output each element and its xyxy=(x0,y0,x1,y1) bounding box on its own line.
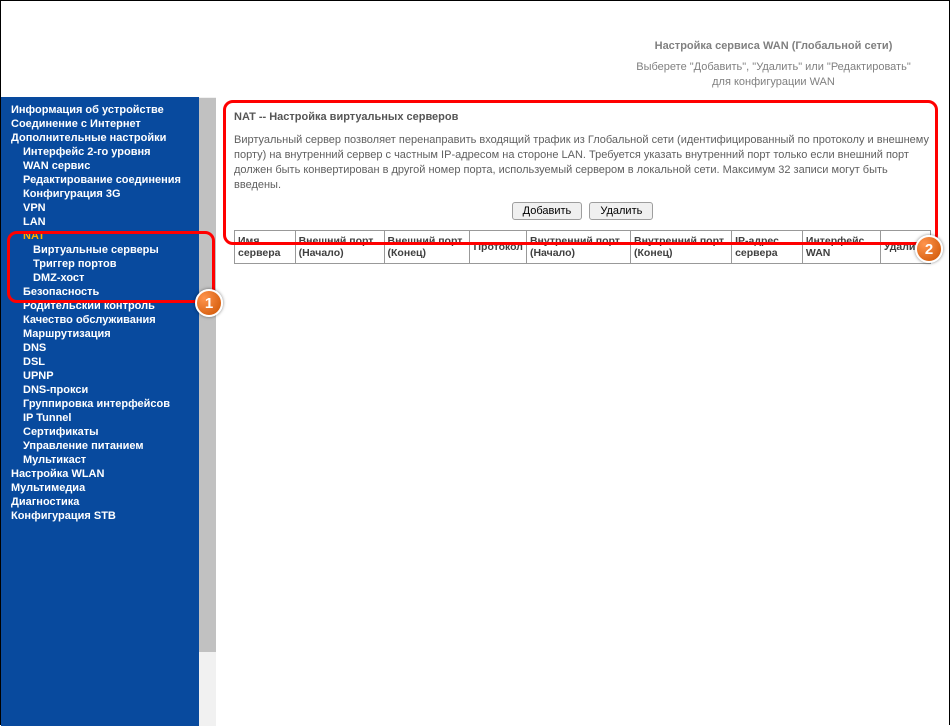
sidebar-item-2[interactable]: Дополнительные настройки xyxy=(1,131,199,145)
table-column-1: Внешний порт (Начало) xyxy=(295,231,384,264)
sidebar-item-14[interactable]: Родительский контроль xyxy=(1,299,199,313)
table-column-3: Протокол xyxy=(470,231,526,264)
sidebar-item-8[interactable]: LAN xyxy=(1,215,199,229)
sidebar-scrollbar[interactable] xyxy=(199,97,216,726)
sidebar-item-16[interactable]: Маршрутизация xyxy=(1,327,199,341)
sidebar-item-29[interactable]: Конфигурация STB xyxy=(1,509,199,523)
table-column-2: Внешний порт (Конец) xyxy=(384,231,470,264)
panel-description: Виртуальный сервер позволяет перенаправи… xyxy=(234,133,931,192)
header-title: Настройка сервиса WAN (Глобальной сети) xyxy=(626,39,921,54)
sidebar-item-25[interactable]: Мультикаст xyxy=(1,453,199,467)
sidebar-item-10[interactable]: Виртуальные серверы xyxy=(1,243,199,257)
sidebar-item-7[interactable]: VPN xyxy=(1,201,199,215)
table-column-5: Внутренний порт (Конец) xyxy=(631,231,732,264)
page-header: Настройка сервиса WAN (Глобальной сети) … xyxy=(1,1,949,97)
sidebar-item-24[interactable]: Управление питанием xyxy=(1,439,199,453)
annotation-marker-1: 1 xyxy=(195,289,223,317)
sidebar-item-19[interactable]: UPNP xyxy=(1,369,199,383)
sidebar-item-22[interactable]: IP Tunnel xyxy=(1,411,199,425)
sidebar-item-23[interactable]: Сертификаты xyxy=(1,425,199,439)
sidebar-item-26[interactable]: Настройка WLAN xyxy=(1,467,199,481)
header-text: Настройка сервиса WAN (Глобальной сети) … xyxy=(626,39,921,90)
sidebar-item-11[interactable]: Триггер портов xyxy=(1,257,199,271)
sidebar-item-20[interactable]: DNS-прокси xyxy=(1,383,199,397)
button-row: Добавить Удалить xyxy=(234,202,931,220)
sidebar-item-21[interactable]: Группировка интерфейсов xyxy=(1,397,199,411)
sidebar-item-27[interactable]: Мультимедиа xyxy=(1,481,199,495)
main-content: NAT -- Настройка виртуальных серверов Ви… xyxy=(216,97,949,726)
sidebar-item-15[interactable]: Качество обслуживания xyxy=(1,313,199,327)
virtual-servers-table: Имя сервераВнешний порт (Начало)Внешний … xyxy=(234,230,931,264)
sidebar-item-28[interactable]: Диагностика xyxy=(1,495,199,509)
sidebar-item-1[interactable]: Соединение с Интернет xyxy=(1,117,199,131)
remove-button[interactable]: Удалить xyxy=(589,202,653,220)
annotation-marker-2: 2 xyxy=(915,235,943,263)
sidebar-item-3[interactable]: Интерфейс 2-го уровня xyxy=(1,145,199,159)
sidebar-item-0[interactable]: Информация об устройстве xyxy=(1,103,199,117)
sidebar-item-9[interactable]: NAT xyxy=(1,229,199,243)
table-column-4: Внутренний порт (Начало) xyxy=(526,231,630,264)
table-header-row: Имя сервераВнешний порт (Начало)Внешний … xyxy=(235,231,931,264)
sidebar-item-4[interactable]: WAN сервис xyxy=(1,159,199,173)
sidebar-item-13[interactable]: Безопасность xyxy=(1,285,199,299)
sidebar-item-6[interactable]: Конфигурация 3G xyxy=(1,187,199,201)
header-subtitle: Выберете "Добавить", "Удалить" или "Реда… xyxy=(636,61,910,88)
sidebar-item-17[interactable]: DNS xyxy=(1,341,199,355)
add-button[interactable]: Добавить xyxy=(512,202,583,220)
sidebar-item-5[interactable]: Редактирование соединения xyxy=(1,173,199,187)
table-column-7: Интерфейс WAN xyxy=(802,231,880,264)
table-column-0: Имя сервера xyxy=(235,231,296,264)
table-column-6: IP-адрес сервера xyxy=(732,231,803,264)
sidebar-scrollbar-thumb[interactable] xyxy=(199,98,216,652)
sidebar-item-12[interactable]: DMZ-хост xyxy=(1,271,199,285)
sidebar: Информация об устройствеСоединение с Инт… xyxy=(1,97,216,726)
panel-title: NAT -- Настройка виртуальных серверов xyxy=(234,111,931,123)
sidebar-item-18[interactable]: DSL xyxy=(1,355,199,369)
